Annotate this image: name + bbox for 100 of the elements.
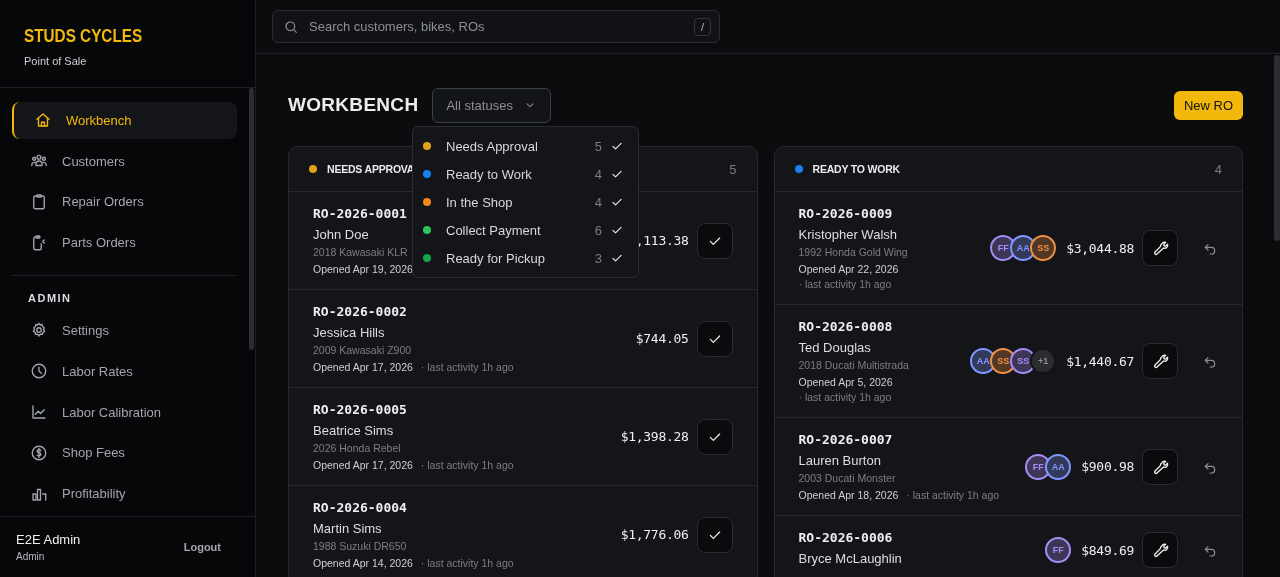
ro-number[interactable]: RO-2026-0002 (313, 304, 407, 319)
search-bar[interactable]: Search customers, bikes, ROs / (272, 10, 720, 43)
ro-total: $849.69 (1081, 542, 1134, 558)
opened-date: Opened Apr 19, 2026 (313, 263, 413, 275)
status-option[interactable]: Collect Payment 6 (413, 216, 638, 244)
last-activity: · last activity 1h ago (906, 489, 1000, 501)
status-count: 6 (594, 222, 602, 238)
nav-item[interactable]: Repair Orders (12, 183, 237, 221)
clipboard-icon (30, 193, 48, 211)
column-count: 5 (729, 161, 737, 177)
bike-name: 1988 Suzuki DR650 (313, 540, 407, 552)
nav-item[interactable]: Settings (12, 312, 237, 349)
customer-name: Beatrice Sims (313, 423, 394, 438)
brand-name: STUDS CYCLES (24, 26, 144, 47)
nav-item[interactable]: Labor Calibration (12, 393, 237, 431)
last-activity: · last activity 1h ago (798, 278, 892, 290)
ro-number[interactable]: RO-2026-0005 (313, 402, 407, 417)
tech-avatar: SS (1030, 235, 1057, 261)
user-name: E2E Admin (16, 532, 81, 547)
ro-total: $1,398.28 (620, 429, 689, 444)
ro-total: $1,440.67 (1066, 353, 1134, 369)
opened-date: Opened Apr 14, 2026 (313, 557, 413, 569)
customer-name: Jessica Hills (313, 325, 385, 340)
search-field[interactable]: Search customers, bikes, ROs (307, 18, 686, 35)
wrench-icon (1151, 541, 1169, 559)
start-work-button[interactable] (1142, 532, 1178, 568)
customer-name: Kristopher Walsh (798, 227, 897, 242)
nav-item[interactable]: Labor Rates (12, 352, 237, 390)
ro-number[interactable]: RO-2026-0009 (798, 206, 893, 221)
scrollbar[interactable] (1274, 55, 1280, 241)
bike-name: 2003 Ducati Monster (798, 472, 896, 484)
customer-name: John Doe (313, 227, 369, 242)
wrench-icon (1151, 239, 1169, 257)
status-count: 5 (594, 138, 602, 154)
ro-number[interactable]: RO-2026-0007 (798, 432, 893, 447)
ro-number[interactable]: RO-2026-0008 (798, 319, 893, 334)
nav-item[interactable]: Customers (12, 142, 237, 180)
column-title: READY TO WORK (812, 163, 900, 175)
tech-avatar: FF (1045, 537, 1072, 563)
nav-item[interactable]: Profitability (12, 475, 237, 513)
status-count: 4 (594, 194, 602, 210)
last-activity: · last activity 1h ago (420, 361, 514, 373)
line-chart-icon (30, 403, 48, 422)
dollar-circle-icon (30, 443, 48, 462)
start-work-button[interactable] (1142, 230, 1178, 266)
status-option[interactable]: Ready to Work 4 (413, 160, 638, 188)
tech-avatar: AA (1045, 453, 1072, 480)
start-work-button[interactable] (1142, 343, 1178, 379)
shortcut-key: / (693, 17, 711, 36)
opened-date: Opened Apr 17, 2026 (313, 361, 413, 373)
clipboard-icon (30, 233, 48, 252)
bike-name: 2026 Honda Rebel (313, 442, 401, 454)
page-title: WORKBENCH (288, 94, 419, 116)
start-work-button[interactable] (1142, 448, 1178, 485)
ro-number[interactable]: RO-2026-0004 (313, 500, 407, 515)
customer-name: Lauren Burton (798, 453, 881, 468)
ro-total: $1,776.06 (620, 527, 689, 542)
new-ro-button[interactable]: New RO (1173, 90, 1243, 120)
section-title: ADMIN (27, 292, 73, 307)
customer-name: Ted Douglas (798, 340, 871, 355)
opened-date: Opened Apr 18, 2026 (798, 489, 899, 501)
status-option[interactable]: Needs Approval 5 (413, 132, 638, 160)
wrench-icon (1151, 352, 1169, 370)
wrench-icon (1151, 457, 1169, 476)
status-option[interactable]: In the Shop 4 (413, 188, 638, 216)
ro-total: $3,044.88 (1066, 240, 1134, 256)
ro-number[interactable]: RO-2026-0006 (798, 530, 893, 545)
search-icon (283, 18, 299, 35)
status-count: 3 (594, 250, 602, 266)
clock-icon (30, 362, 48, 381)
status-count: 4 (594, 166, 602, 182)
home-icon (34, 111, 52, 130)
ro-number[interactable]: RO-2026-0001 (313, 206, 407, 221)
opened-date: Opened Apr 5, 2026 (798, 376, 893, 388)
scrollbar[interactable] (249, 88, 254, 350)
bike-name: 2018 Ducati Multistrada (798, 359, 909, 371)
column-count: 4 (1214, 161, 1222, 177)
nav-item[interactable]: Workbench (12, 102, 237, 139)
user-role: Admin (16, 551, 46, 562)
status-filter-dropdown[interactable]: All statuses (432, 87, 551, 123)
brand-subtitle: Point of Sale (24, 55, 88, 67)
bike-name: 1992 Honda Gold Wing (798, 246, 908, 258)
last-activity: · last activity 1h ago (420, 557, 514, 569)
status-option[interactable]: Ready for Pickup 3 (413, 244, 638, 272)
customer-name: Bryce McLaughlin (798, 551, 902, 566)
bike-name: 2009 Kawasaki Z900 (313, 344, 412, 356)
ro-total: $744.05 (635, 331, 689, 346)
ro-total: ,113.38 (635, 233, 689, 248)
customer-name: Martin Sims (313, 521, 382, 536)
tech-avatar: +1 (1030, 348, 1057, 374)
nav-item[interactable]: Shop Fees (12, 434, 237, 472)
ro-total: $900.98 (1081, 459, 1134, 474)
last-activity: · last activity 1h ago (798, 391, 892, 403)
column-title: NEEDS APPROVA (327, 163, 415, 175)
opened-date: Opened Apr 17, 2026 (313, 459, 413, 471)
opened-date: Opened Apr 22, 2026 (798, 263, 899, 275)
bike-name: 2018 Kawasaki KLR (313, 246, 408, 258)
last-activity: · last activity 1h ago (420, 459, 514, 471)
nav-item[interactable]: Parts Orders (12, 224, 237, 262)
logout-button[interactable]: Logout (177, 540, 227, 554)
